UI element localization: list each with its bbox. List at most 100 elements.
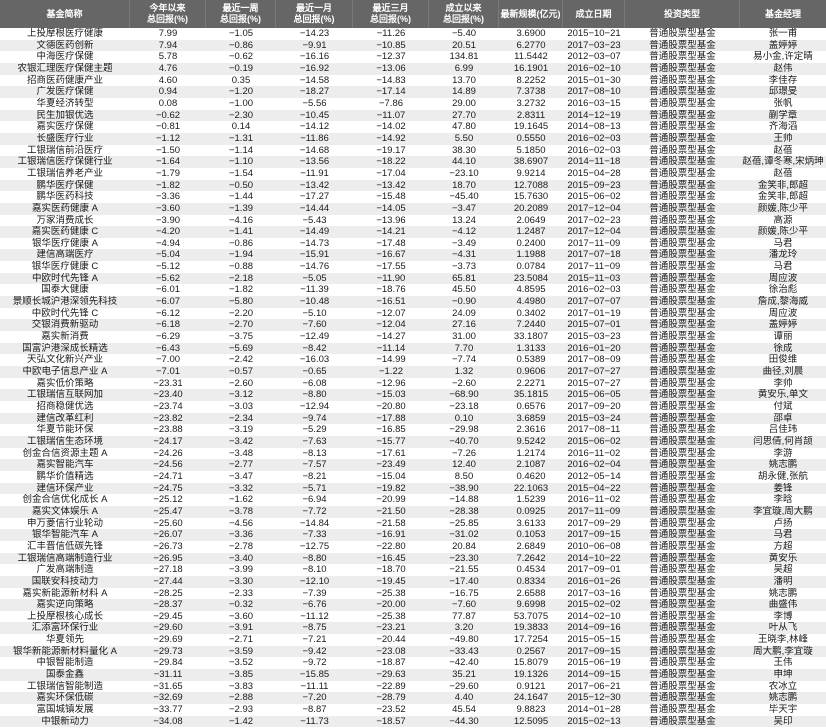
month-return-cell: −14.58	[299, 74, 330, 86]
ytd-return-cell: −29.73	[153, 645, 183, 657]
fund-manager-cell: 王伟	[773, 657, 793, 669]
latest-size-cell: 0.0784	[516, 261, 546, 273]
fund-manager-cell: 颜媛,陈少平	[757, 226, 809, 238]
three-month-return-cell: −20.99	[376, 494, 406, 506]
fund-manager-cell: 马君	[773, 529, 793, 541]
fund-manager-cell: 齐海滔	[768, 121, 798, 133]
month-return-cell: −14.23	[299, 28, 330, 39]
fund-manager-cell: 李晗	[773, 494, 793, 506]
fund-name-cell: 中银新动力	[41, 715, 89, 727]
week-return-cell: −2.88	[228, 692, 254, 704]
month-return-cell: −12.75	[299, 540, 330, 552]
inception-date-cell: 2017−07−18	[567, 249, 621, 261]
since-inception-return-cell: 47.80	[452, 121, 476, 133]
month-return-cell: −8.13	[302, 447, 327, 459]
inception-date-cell: 2016−11−02	[567, 447, 621, 459]
latest-size-cell: 0.5389	[516, 354, 546, 366]
since-inception-return-cell: 38.30	[452, 144, 476, 156]
header-ytd-return: 今年以来 总回报(%)	[130, 0, 206, 28]
ytd-return-cell: −1.79	[155, 167, 181, 179]
fund-name-cell: 万家消费成长	[36, 214, 94, 226]
latest-size-cell: 24.1647	[513, 692, 549, 704]
fund-manager-cell: 闫思倩,何肖颉	[753, 435, 813, 447]
fund-manager-cell: 方超	[773, 540, 793, 552]
fund-name-cell: 嘉实环保低碳	[36, 692, 94, 704]
header-sublabel: 总回报(%)	[220, 14, 261, 24]
table-row: 中银新动力 −34.08 −1.42 −11.73 −18.57 −44.30 12.509…	[0, 715, 826, 728]
latest-size-cell: 3.2732	[516, 97, 546, 109]
ytd-return-cell: 7.99	[158, 28, 178, 39]
month-return-cell: −10.48	[299, 296, 330, 308]
since-inception-return-cell: 45.54	[452, 704, 476, 716]
since-inception-return-cell: 13.70	[452, 74, 476, 86]
table-row: 工银瑞信养老产业 −1.79 −1.54 −11.91 −17.04 −23.10 9.92…	[0, 168, 826, 180]
investment-type-cell: 普通股票型基金	[649, 272, 716, 284]
inception-date-cell: 2014−09−16	[567, 622, 621, 634]
latest-size-cell: 3.6859	[516, 412, 546, 424]
since-inception-return-cell: −4.12	[451, 226, 477, 238]
since-inception-return-cell: −68.90	[449, 389, 479, 401]
three-month-return-cell: −11.14	[376, 342, 406, 354]
month-return-cell: −14.44	[299, 202, 330, 214]
ytd-return-cell: −4.20	[155, 226, 181, 238]
investment-type-cell: 普通股票型基金	[649, 657, 716, 669]
ytd-return-cell: −23.40	[153, 389, 183, 401]
fund-name-cell: 华夏领先	[45, 634, 84, 646]
ytd-return-cell: −33.77	[153, 704, 183, 716]
month-return-cell: −18.27	[299, 86, 330, 98]
table-row: 文德医药创新 7.94 −0.86 −9.91 −10.85 20.51 6.2770 201…	[0, 39, 826, 52]
month-return-cell: −8.80	[302, 552, 327, 564]
ytd-return-cell: −3.36	[155, 191, 181, 203]
table-row: 上投摩根核心成长 −29.45 −3.60 −11.12 −25.38 77.87 53.7…	[0, 611, 826, 623]
investment-type-cell: 普通股票型基金	[649, 564, 716, 576]
latest-size-cell: 3.6900	[516, 28, 546, 39]
header-label: 投资类型	[663, 8, 700, 19]
month-return-cell: −15.85	[299, 669, 330, 681]
since-inception-return-cell: 27.70	[452, 109, 476, 121]
latest-size-cell: 0.9121	[516, 680, 546, 692]
fund-manager-cell: 卢扬	[773, 517, 793, 529]
table-row: 建信高端医疗 −5.04 −1.94 −15.91 −16.67 −4.31 1.1988 2…	[0, 249, 826, 262]
ytd-return-cell: −6.29	[155, 331, 181, 343]
latest-size-cell: 38.6907	[513, 156, 549, 168]
week-return-cell: −1.54	[228, 167, 254, 179]
latest-size-cell: 16.1901	[513, 62, 549, 74]
fund-manager-cell: 胡永健,张航	[757, 470, 809, 482]
table-row: 长盛医疗行业 −1.12 −1.31 −11.86 −14.92 5.50 0.5550 20…	[0, 132, 826, 145]
ytd-return-cell: −23.82	[153, 412, 183, 424]
month-return-cell: −8.10	[302, 564, 327, 576]
table-row: 天弘文化新兴产业 −7.00 −2.42 −16.03 −14.99 −7.74 0.538…	[0, 354, 826, 366]
fund-name-cell: 银华新能源新材料量化 A	[13, 645, 117, 657]
week-return-cell: −2.70	[228, 319, 254, 331]
fund-manager-cell: 易小金,许定晴	[753, 51, 813, 63]
since-inception-return-cell: −31.02	[449, 529, 479, 541]
latest-size-cell: 4.8595	[516, 284, 546, 296]
inception-date-cell: 2015−06−19	[567, 657, 621, 669]
latest-size-cell: 17.7254	[513, 634, 549, 646]
ytd-return-cell: −31.65	[153, 680, 183, 692]
investment-type-cell: 普通股票型基金	[649, 51, 716, 63]
three-month-return-cell: −7.86	[378, 97, 404, 109]
since-inception-return-cell: −25.85	[449, 517, 479, 529]
investment-type-cell: 普通股票型基金	[649, 459, 716, 471]
fund-name-cell: 嘉实医疗保健	[36, 121, 94, 133]
inception-date-cell: 2016−01−26	[567, 575, 621, 587]
latest-size-cell: 22.1063	[513, 482, 549, 494]
ytd-return-cell: −6.43	[155, 342, 181, 354]
fund-manager-cell: 张帆	[773, 97, 793, 109]
inception-date-cell: 2017−08−09	[567, 354, 621, 366]
week-return-cell: −1.44	[228, 191, 254, 203]
week-return-cell: −1.20	[228, 86, 254, 98]
month-return-cell: −8.87	[302, 704, 327, 716]
inception-date-cell: 2017−01−19	[567, 307, 621, 319]
fund-manager-cell: 盖婷婷	[768, 39, 798, 51]
month-return-cell: −11.91	[300, 167, 329, 179]
month-return-cell: −7.20	[302, 692, 327, 704]
three-month-return-cell: −13.42	[376, 179, 406, 191]
investment-type-cell: 普通股票型基金	[649, 191, 716, 203]
latest-size-cell: 0.2567	[516, 645, 546, 657]
investment-type-cell: 普通股票型基金	[649, 354, 716, 366]
ytd-return-cell: −28.37	[153, 599, 183, 611]
three-month-return-cell: −23.49	[376, 459, 406, 471]
inception-date-cell: 2017−09−29	[567, 517, 621, 529]
